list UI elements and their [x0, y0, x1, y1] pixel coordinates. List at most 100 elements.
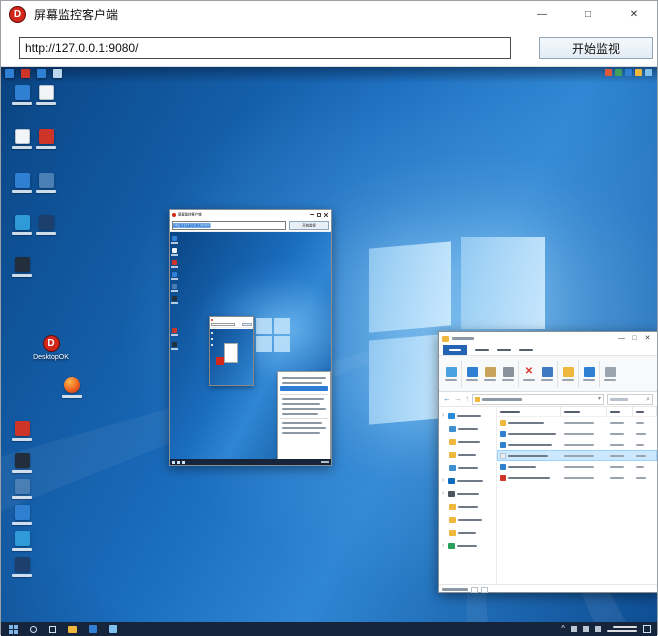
cut-icon	[502, 366, 514, 377]
system-tray: ^	[561, 625, 657, 633]
nested-desktop-icon	[171, 272, 178, 280]
inner-red-window	[216, 357, 224, 365]
paste-icon	[484, 366, 496, 377]
nested-remote-view	[170, 232, 331, 465]
file-icon	[500, 463, 506, 470]
file-date-text	[564, 454, 594, 457]
desktop-icon	[31, 215, 61, 235]
remote-screen-view[interactable]: D DesktopOK 屏幕监控客户端 http://127.0.0.1:908…	[1, 67, 657, 636]
maximize-button[interactable]: □	[565, 1, 611, 27]
file-name-cell	[497, 419, 561, 426]
nested-window-controls	[310, 212, 328, 217]
widget-icon	[645, 69, 652, 76]
desktop-icon	[7, 531, 37, 551]
file-date-cell	[561, 443, 607, 446]
desktop-icon-glyph	[14, 557, 30, 572]
file-type-cell	[607, 443, 633, 446]
desktop-icon	[7, 505, 37, 525]
nav-tree-item: ›	[439, 539, 496, 552]
file-size-text	[636, 432, 646, 435]
app-window: D 屏幕监控客户端 — □ ✕ 开始监视	[0, 0, 658, 636]
taskbar-search-icon	[30, 625, 37, 633]
minimize-icon: —	[618, 335, 625, 342]
desktop-icon-label	[36, 232, 56, 235]
file-size-text	[636, 421, 644, 424]
file-row	[497, 472, 657, 483]
desktop-icon-label	[36, 102, 56, 105]
network-icon	[448, 542, 455, 549]
url-input[interactable]	[19, 37, 511, 59]
desktop-icon-label	[12, 522, 32, 525]
ribbon-divider	[578, 360, 579, 387]
desktop-icon-label: DesktopOK	[33, 354, 69, 361]
file-size-cell	[633, 465, 657, 468]
file-icon	[500, 419, 506, 426]
desktop-icon-label	[12, 102, 32, 105]
file-list-header	[497, 407, 657, 417]
inner-toolbar	[210, 322, 253, 328]
column-header-text	[564, 410, 580, 413]
delete-icon: ✕	[524, 365, 534, 377]
nested-window-title: 屏幕监控客户端	[178, 212, 202, 217]
menu-separator	[280, 394, 328, 395]
desktop-icon-label	[12, 146, 32, 149]
widget-icon	[605, 69, 612, 76]
ribbon-label-text	[562, 378, 574, 381]
nav-label-text	[457, 479, 483, 482]
desktop-icon-glyph	[14, 479, 30, 494]
file-row	[497, 428, 657, 439]
desktopok-icon: D	[42, 335, 60, 352]
nav-label-text	[458, 453, 476, 456]
app-icon-letter: D	[13, 8, 22, 20]
chevron-right-icon: ›	[442, 412, 445, 419]
folder-icon	[449, 516, 456, 523]
folder-icon	[449, 503, 456, 510]
file-name-text	[508, 443, 552, 446]
desktop-icon	[31, 129, 61, 149]
desktop-icon-label	[12, 470, 32, 473]
close-button[interactable]: ✕	[611, 1, 657, 27]
column-header-date	[561, 407, 607, 416]
nav-tree-item: ›	[439, 409, 496, 422]
task-view-icon	[49, 625, 56, 633]
onedrive-icon	[448, 477, 455, 484]
ribbon-label-text	[604, 378, 616, 381]
desktop-top-shade	[1, 67, 657, 83]
notification-center-icon	[643, 625, 651, 633]
tray-icon	[595, 626, 601, 632]
start-monitor-button[interactable]: 开始监视	[539, 37, 653, 59]
desktop-icon-label	[12, 496, 32, 499]
pin-icon	[445, 366, 457, 377]
desktop-icon-label	[12, 190, 32, 193]
desktop-icon-label	[12, 574, 32, 577]
folder-icon	[475, 396, 480, 402]
column-header-text	[610, 410, 620, 413]
desktop-icon	[5, 69, 14, 78]
nested-desktop-icon	[171, 248, 178, 256]
windows-logo-pane	[274, 318, 290, 334]
ribbon: ✕	[439, 356, 657, 392]
nested-client-window: 屏幕监控客户端 http://127.0.0.1:9080/ 开始监视	[169, 209, 332, 466]
file-name-text	[508, 476, 550, 479]
tray-expand-icon: ^	[561, 624, 565, 633]
search-placeholder-text	[610, 397, 628, 401]
nested-app-icon	[172, 212, 176, 217]
desktop-icon-glyph	[14, 257, 30, 272]
windows-logo-pane	[256, 318, 272, 334]
folder-icon	[449, 529, 456, 536]
ribbon-copy-button	[464, 366, 480, 381]
desktop-icon-label	[12, 274, 32, 277]
file-type-text	[610, 465, 624, 468]
column-header-text	[636, 410, 644, 413]
menu-item	[282, 377, 326, 379]
windows-logo-pane	[256, 336, 272, 352]
file-icon	[500, 474, 506, 481]
minimize-button[interactable]: —	[519, 1, 565, 27]
desktop-icon	[7, 479, 37, 499]
chevron-down-icon: ▾	[597, 396, 601, 402]
address-bar: ← → ↑ ▾ ⌕	[439, 392, 657, 407]
nested-desktop-icon	[171, 236, 178, 244]
file-date-text	[564, 443, 594, 446]
file-type-cell	[607, 421, 633, 424]
rename-icon	[541, 366, 553, 377]
